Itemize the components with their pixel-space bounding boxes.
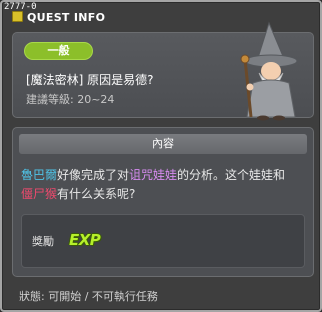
quest-description: 魯巴爾好像完成了对诅咒娃娃的分析。这个娃娃和僵尸猴有什么关系呢? — [21, 166, 305, 204]
quest-info-window: 2777-0 QUEST INFO 一般 [魔法密林] 原因是易德? 建議等級:… — [0, 0, 322, 312]
quest-summary-panel: 一般 [魔法密林] 原因是易德? 建議等級: 20~24 — [12, 21, 314, 121]
category-badge: 一般 — [24, 42, 93, 60]
description-part: 的分析。这个娃娃和 — [177, 168, 286, 182]
window-title-text: QUEST INFO — [27, 11, 106, 24]
window-title: QUEST INFO — [12, 11, 105, 24]
quest-name: [魔法密林] 原因是易德? — [26, 73, 154, 87]
wizard-npc-portrait — [240, 21, 298, 121]
reward-label: 獎勵 — [32, 235, 54, 248]
mob-name: 僵尸猴 — [21, 187, 58, 201]
item-name: 诅咒娃娃 — [129, 168, 178, 182]
npc-name: 魯巴爾 — [21, 168, 58, 182]
reward-box: 獎勵 EXP — [21, 214, 305, 268]
description-part: 有什么关系呢? — [57, 187, 136, 201]
exp-icon[interactable]: EXP — [69, 231, 101, 249]
quest-status: 狀態: 可開始 / 不可執行任務 — [19, 290, 158, 303]
quest-content-panel: 內容 魯巴爾好像完成了对诅咒娃娃的分析。这个娃娃和僵尸猴有什么关系呢? 獎勵 E… — [12, 127, 314, 277]
quest-icon — [12, 11, 23, 22]
recommended-level: 建議等級: 20~24 — [26, 93, 115, 106]
description-part: 好像完成了对 — [57, 168, 130, 182]
content-header: 內容 — [19, 134, 307, 154]
